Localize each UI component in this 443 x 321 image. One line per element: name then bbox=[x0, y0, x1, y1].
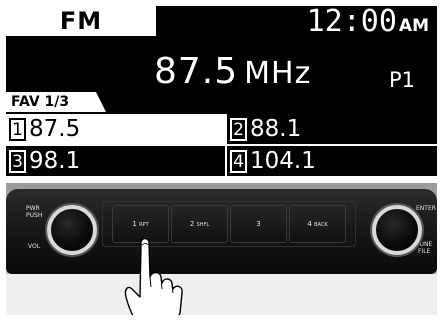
preset-number-box: 3 bbox=[9, 149, 26, 173]
frequency-value: 87.5 bbox=[154, 51, 239, 92]
preset-frequency: 98.1 bbox=[29, 148, 81, 174]
radio-control-panel: PWR PUSH VOL ENTER TUNE FILE 1 RPT 2 SHF… bbox=[6, 183, 437, 315]
button-number: 4 bbox=[307, 220, 312, 228]
preset-button-4-back[interactable]: 4 BACK bbox=[289, 205, 346, 243]
fav-page-tab[interactable]: FAV 1/3 bbox=[6, 92, 106, 112]
button-sub-label: SHFL bbox=[196, 222, 210, 228]
clock-time: 12:00 bbox=[306, 6, 397, 39]
preset-number-box: 2 bbox=[230, 117, 247, 141]
pressing-hand-icon bbox=[124, 237, 183, 315]
frequency-readout: 87.5 MHz bbox=[154, 50, 311, 96]
clock-ampm: AM bbox=[398, 16, 429, 36]
vol-label: VOL bbox=[28, 243, 41, 250]
preset-frequency: 87.5 bbox=[29, 116, 81, 142]
frequency-unit: MHz bbox=[244, 56, 312, 91]
pwr-push-label: PWR PUSH bbox=[26, 205, 43, 219]
button-number: 2 bbox=[189, 220, 195, 228]
preset-4[interactable]: 4 104.1 bbox=[227, 146, 437, 176]
preset-frequency: 88.1 bbox=[250, 116, 302, 142]
preset-number-box: 4 bbox=[230, 149, 247, 173]
preset-button-3[interactable]: 3 bbox=[230, 205, 287, 243]
clock: 12:00 AM bbox=[306, 6, 429, 39]
band-label: FM bbox=[6, 6, 156, 36]
preset-3[interactable]: 3 98.1 bbox=[6, 146, 225, 176]
button-sub-label: RPT bbox=[139, 222, 149, 228]
preset-2[interactable]: 2 88.1 bbox=[227, 114, 437, 144]
tune-file-label: TUNE FILE bbox=[416, 241, 433, 255]
preset-number-box: 1 bbox=[9, 117, 26, 141]
enter-label: ENTER bbox=[416, 205, 436, 212]
button-sub-label: BACK bbox=[314, 222, 328, 228]
preset-frequency: 104.1 bbox=[250, 148, 316, 174]
power-volume-knob[interactable] bbox=[47, 205, 97, 255]
radio-display: FM 12:00 AM 87.5 MHz P1 FAV 1/3 1 87.5 2 8… bbox=[6, 6, 437, 176]
preset-1[interactable]: 1 87.5 bbox=[6, 114, 225, 144]
tune-enter-knob[interactable] bbox=[372, 205, 422, 255]
button-number: 1 bbox=[132, 220, 137, 228]
button-number: 3 bbox=[256, 220, 261, 228]
preset-indicator: P1 bbox=[388, 68, 415, 92]
